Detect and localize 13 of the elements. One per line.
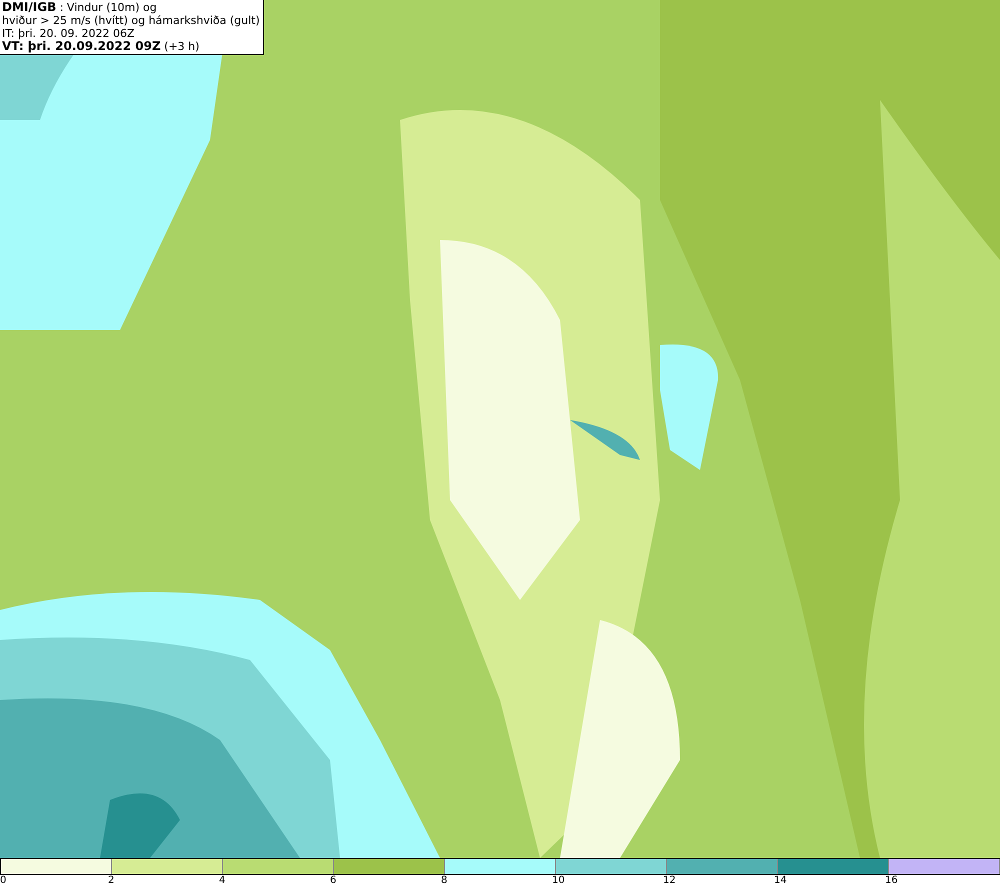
legend-label: 16 xyxy=(885,875,898,887)
header-line: VT: þri. 20.09.2022 09Z (+3 h) xyxy=(2,40,200,53)
legend-label: 14 xyxy=(774,875,787,887)
legend-label: 12 xyxy=(663,875,676,887)
legend-label: 0 xyxy=(0,875,6,887)
legend-label: 8 xyxy=(441,875,448,887)
legend-label: 6 xyxy=(330,875,336,887)
header-line: DMI/IGB : Vindur (10m) og xyxy=(2,1,158,14)
header-line: hviður > 25 m/s (hvítt) og hámarkshviða (gult) xyxy=(2,14,260,27)
legend-label: 2 xyxy=(108,875,114,887)
header-line: IT: þri. 20. 09. 2022 06Z xyxy=(2,27,136,40)
legend-label: 4 xyxy=(219,875,226,887)
legend-label: 10 xyxy=(552,875,565,887)
